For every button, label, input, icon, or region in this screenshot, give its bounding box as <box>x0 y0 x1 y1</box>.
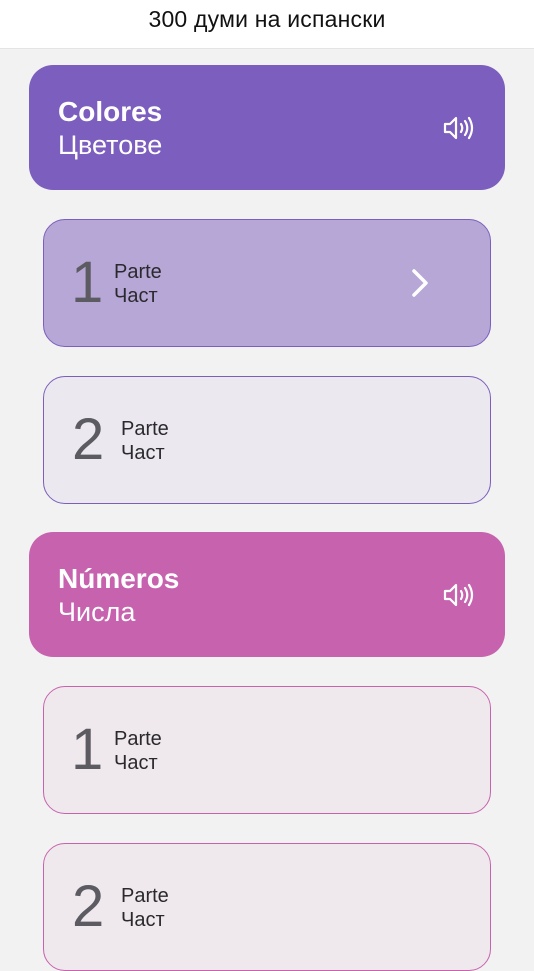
part-subtitle: Част <box>114 285 158 307</box>
part-title: Parte <box>114 261 162 283</box>
part-number: 1 <box>71 250 104 315</box>
part-card-numeros-2[interactable]: 2 Parte Част <box>43 843 491 971</box>
chevron-right-icon <box>412 269 428 297</box>
part-title: Parte <box>121 885 169 907</box>
part-title: Parte <box>114 728 162 750</box>
speaker-icon[interactable] <box>443 581 475 609</box>
part-card-colores-1[interactable]: 1 Parte Част <box>43 219 491 347</box>
category-header-colores[interactable]: Colores Цветове <box>29 65 505 190</box>
category-header-numeros[interactable]: Números Числа <box>29 532 505 657</box>
category-title: Números <box>58 563 180 594</box>
part-number: 2 <box>72 874 105 939</box>
part-subtitle: Част <box>121 909 165 931</box>
category-title: Colores <box>58 96 163 127</box>
part-number: 1 <box>71 717 104 782</box>
category-subtitle: Числа <box>58 597 136 627</box>
part-number: 2 <box>72 407 105 472</box>
part-subtitle: Част <box>121 442 165 464</box>
part-card-numeros-1[interactable]: 1 Parte Част <box>43 686 491 814</box>
navigation-bar: 300 думи на испански <box>0 0 534 49</box>
part-card-colores-2[interactable]: 2 Parte Част <box>43 376 491 504</box>
speaker-icon[interactable] <box>443 114 475 142</box>
page-title: 300 думи на испански <box>148 5 386 32</box>
category-subtitle: Цветове <box>58 130 163 160</box>
part-subtitle: Част <box>114 752 158 774</box>
part-title: Parte <box>121 418 169 440</box>
